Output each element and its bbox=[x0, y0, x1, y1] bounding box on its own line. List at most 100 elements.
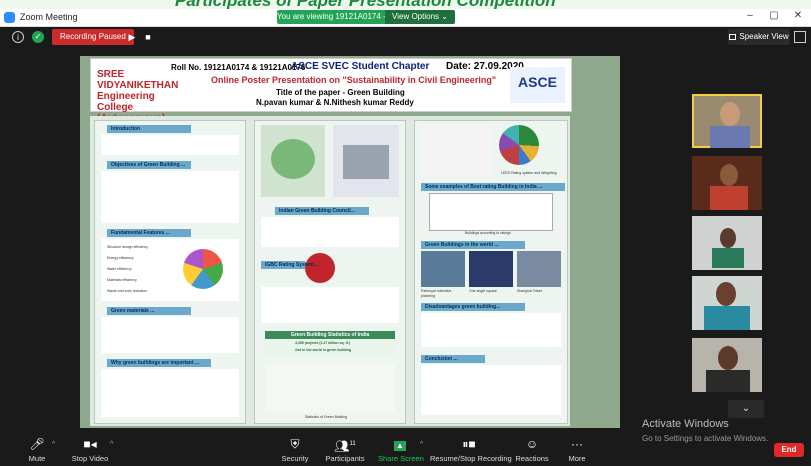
viewing-screen-label: You are viewing 19121A0174 - Pavan's scr… bbox=[277, 10, 442, 24]
chapter-title: ASCE SVEC Student Chapter bbox=[291, 61, 430, 72]
participant-face bbox=[720, 164, 738, 186]
feature-item: Structure design efficiency bbox=[107, 245, 148, 249]
why-text-block bbox=[101, 369, 239, 417]
reactions-label: Reactions bbox=[515, 454, 549, 463]
features-diagram bbox=[183, 249, 223, 289]
fullscreen-icon[interactable] bbox=[794, 31, 806, 43]
stop-video-label: Stop Video bbox=[71, 454, 109, 463]
mute-label: Mute bbox=[28, 454, 46, 463]
poster-header: SREE VIDYANIKETHAN Engineering College (… bbox=[90, 58, 572, 124]
intro-text-block bbox=[101, 135, 239, 155]
participant-body bbox=[706, 370, 750, 392]
share-screen-icon: ▲ bbox=[378, 437, 422, 451]
recording-control-button[interactable]: ⏸■ Resume/Stop Recording bbox=[430, 437, 512, 463]
stop-recording-icon[interactable]: ■ bbox=[140, 29, 156, 45]
poster-column-1: Introduction Objectives of Green Buildin… bbox=[94, 120, 246, 424]
disadvantages-text-block bbox=[421, 313, 561, 347]
banner: Participates of Paper Presentation Compe… bbox=[0, 0, 811, 9]
igbc-text-block bbox=[261, 217, 399, 247]
stats-line-2: 2nd in the world in green building bbox=[295, 348, 351, 352]
pause-stop-icon: ⏸■ bbox=[462, 437, 476, 451]
section-fundamental: Fundamental Features ... bbox=[107, 229, 191, 237]
share-screen-button[interactable]: ▲ Share Screen bbox=[378, 437, 424, 463]
participants-button[interactable]: 👥︎11 Participants bbox=[325, 437, 365, 463]
participant-face bbox=[718, 346, 738, 370]
minimize-button[interactable]: – bbox=[742, 10, 758, 21]
reactions-button[interactable]: ☺ Reactions bbox=[514, 437, 550, 463]
audio-options-caret[interactable]: ^ bbox=[52, 441, 55, 448]
grid-icon bbox=[729, 33, 737, 40]
resume-recording-icon[interactable]: ▶ bbox=[124, 29, 140, 45]
microphone-icon: 🎤︎ bbox=[29, 437, 45, 451]
igbc-rating-badge bbox=[305, 253, 335, 283]
security-button[interactable]: ⛨ Security bbox=[280, 437, 310, 463]
presentation-topic: Online Poster Presentation on "Sustainab… bbox=[211, 75, 497, 85]
objectives-text-block bbox=[101, 171, 239, 223]
section-materials: Green materials ... bbox=[107, 307, 191, 315]
restore-button[interactable]: ▢ bbox=[766, 10, 782, 21]
section-examples: Some examples of Best rating Building in… bbox=[421, 183, 565, 191]
close-button[interactable]: ✕ bbox=[790, 10, 806, 21]
shared-screen: SREE VIDYANIKETHAN Engineering College (… bbox=[80, 56, 620, 428]
encryption-shield-icon[interactable]: ✓ bbox=[32, 31, 44, 43]
shield-icon: ⛨ bbox=[290, 437, 300, 451]
speaker-view-button[interactable]: Speaker View bbox=[728, 29, 790, 45]
paper-title: Title of the paper - Green Building bbox=[276, 88, 405, 97]
video-camera-icon: ■◂ bbox=[83, 437, 97, 451]
participants-label: Participants bbox=[325, 454, 365, 463]
feature-item: Energy efficiency bbox=[107, 256, 134, 260]
banner-text: Participates of Paper Presentation Compe… bbox=[175, 0, 556, 9]
benefits-image bbox=[261, 125, 325, 197]
activation-watermark-title: Activate Windows bbox=[642, 418, 729, 430]
participants-count: 11 bbox=[349, 441, 356, 447]
section-disadvantages: Disadvantages green building... bbox=[421, 303, 525, 311]
authors: N.pavan kumar & N.Nithesh kumar Reddy bbox=[256, 98, 414, 107]
activation-watermark-subtitle: Go to Settings to activate Windows. bbox=[642, 434, 769, 443]
participant-face bbox=[716, 282, 736, 306]
recording-status: Recording Paused bbox=[52, 29, 134, 45]
end-meeting-button[interactable]: End bbox=[774, 443, 804, 457]
view-options-button[interactable]: View Options ⌄ bbox=[385, 10, 455, 24]
section-why: Why green buildings are important ... bbox=[107, 359, 211, 367]
section-igbc: Indian Green Building Council... bbox=[275, 207, 369, 215]
poster-column-3: LEED Rating system and Weighting Some ex… bbox=[414, 120, 568, 424]
poster-body: Introduction Objectives of Green Buildin… bbox=[90, 116, 570, 426]
participants-icon: 👥︎11 bbox=[334, 439, 356, 453]
asce-logo: ASCE bbox=[510, 67, 565, 103]
more-button[interactable]: ··· More bbox=[562, 437, 592, 463]
expand-gallery-button[interactable]: ⌄ bbox=[728, 400, 764, 418]
participant-video-tile[interactable] bbox=[692, 156, 762, 210]
statistics-icons bbox=[265, 363, 395, 413]
more-icon: ··· bbox=[571, 437, 583, 451]
share-options-caret[interactable]: ^ bbox=[420, 441, 423, 448]
participant-video-tile[interactable] bbox=[692, 216, 762, 270]
college-logo: SREE VIDYANIKETHAN Engineering College (… bbox=[97, 69, 179, 124]
more-label: More bbox=[568, 454, 586, 463]
conclusion-text-block bbox=[421, 365, 561, 415]
world-caption: Parkroyal collection pickering bbox=[421, 289, 452, 298]
info-icon[interactable]: i bbox=[12, 31, 24, 43]
participant-video-tile[interactable] bbox=[692, 276, 762, 330]
chart-caption: LEED Rating system and Weighting bbox=[501, 171, 557, 175]
roll-numbers: Roll No. 19121A0174 & 19121A0176 bbox=[171, 63, 306, 72]
participant-body bbox=[712, 248, 744, 268]
zoom-app-icon bbox=[4, 12, 15, 23]
participant-video-tile[interactable] bbox=[692, 338, 762, 392]
section-statistics: Green Building Statistics of India bbox=[265, 331, 395, 339]
mute-button[interactable]: 🎤︎ Mute bbox=[22, 437, 52, 463]
section-rating: IGBC Rating System... bbox=[261, 261, 318, 269]
participant-video-tile[interactable] bbox=[692, 94, 762, 148]
statistics-lines: 4,358 projects (1.47 billion sq. ft.) 2n… bbox=[265, 339, 395, 357]
table-caption: Buildings according to ratings bbox=[465, 231, 511, 235]
world-image-3 bbox=[517, 251, 561, 287]
recording-control-label: Resume/Stop Recording bbox=[430, 454, 512, 463]
speaker-view-label: Speaker View bbox=[739, 32, 789, 41]
leed-pie-chart bbox=[499, 125, 539, 165]
section-conclusion: Conclusion ... bbox=[421, 355, 485, 363]
house-graphic bbox=[343, 145, 389, 179]
emoji-icon: ☺ bbox=[525, 437, 539, 451]
stop-video-button[interactable]: ■◂ Stop Video bbox=[68, 437, 112, 463]
video-options-caret[interactable]: ^ bbox=[110, 441, 113, 448]
feature-item: Water efficiency bbox=[107, 267, 132, 271]
feature-item: Materials efficiency bbox=[107, 278, 137, 282]
